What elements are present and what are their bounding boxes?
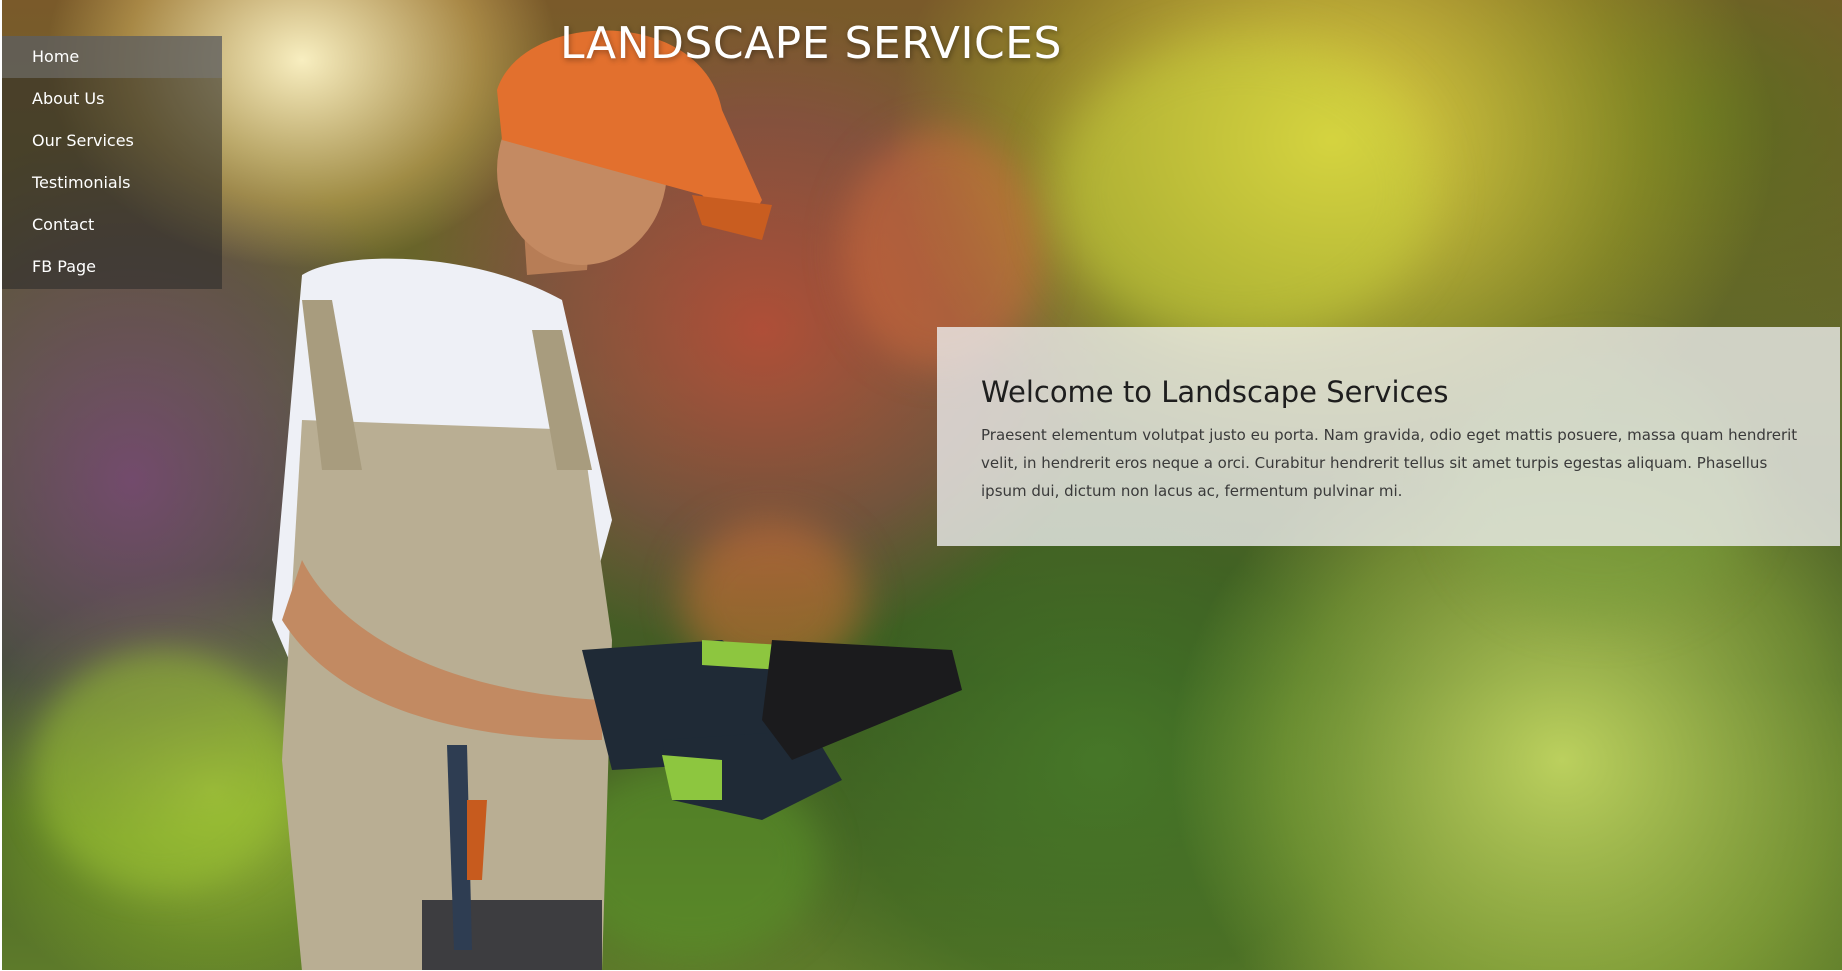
welcome-body-text: Praesent elementum volutpat justo eu por… xyxy=(981,426,1798,500)
nav-item-fb-page[interactable]: FB Page xyxy=(2,246,222,288)
nav-item-home[interactable]: Home xyxy=(2,36,222,78)
nav-item-contact[interactable]: Contact xyxy=(2,204,222,246)
nav-item-testimonials[interactable]: Testimonials xyxy=(2,162,222,204)
welcome-card: Welcome to Landscape Services Praesent e… xyxy=(937,327,1840,546)
welcome-heading: Welcome to Landscape Services xyxy=(981,375,1449,409)
main-nav: Home About Us Our Services Testimonials … xyxy=(2,36,222,289)
foliage-accent xyxy=(1052,40,1432,340)
nav-item-our-services[interactable]: Our Services xyxy=(2,120,222,162)
nav-item-about-us[interactable]: About Us xyxy=(2,78,222,120)
page: Home About Us Our Services Testimonials … xyxy=(0,0,1842,971)
site-title: LANDSCAPE SERVICES xyxy=(560,18,1062,69)
